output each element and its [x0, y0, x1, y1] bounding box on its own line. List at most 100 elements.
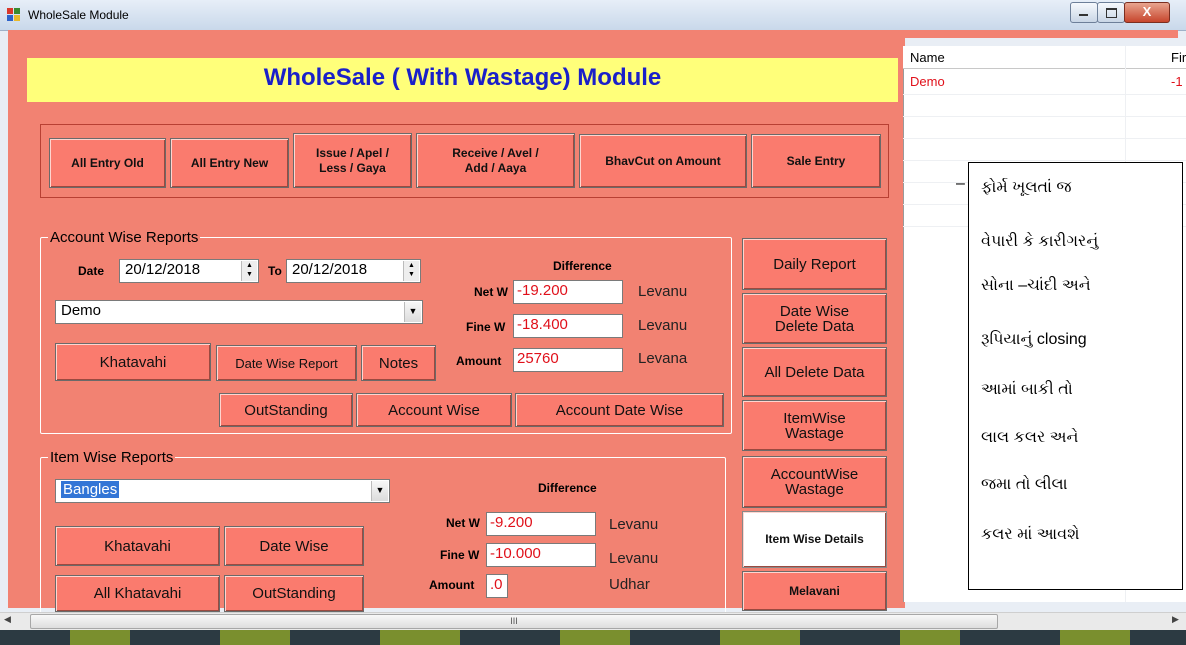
item-fine-w-label: Fine W: [440, 548, 480, 562]
all-khatavahi-button[interactable]: All Khatavahi: [55, 575, 220, 612]
item-net-w-field[interactable]: -9.200: [486, 512, 596, 536]
minimize-button[interactable]: [1070, 2, 1098, 23]
minimize-icon: [1079, 14, 1088, 16]
itemwise-wastage-line1: ItemWise: [783, 409, 846, 427]
to-label: To: [268, 264, 282, 278]
bhavcut-button[interactable]: BhavCut on Amount: [579, 134, 747, 188]
grid-col-fine[interactable]: Fir: [1171, 50, 1186, 65]
net-w-field[interactable]: -19.200: [513, 280, 623, 304]
item-wise-details-button[interactable]: Item Wise Details: [742, 511, 887, 568]
net-w-status: Levanu: [638, 283, 688, 300]
grid-row-line: [903, 138, 1186, 139]
item-date-wise-button[interactable]: Date Wise: [224, 526, 364, 566]
fine-w-status: Levanu: [638, 317, 688, 334]
date-label: Date: [78, 264, 105, 278]
item-value: Bangles: [61, 481, 120, 498]
date-to-picker[interactable]: 20/12/2018 ▲ ▼: [286, 259, 421, 283]
app-icon: [7, 8, 21, 22]
date-wise-delete-line1: Date Wise: [779, 302, 850, 320]
date-to-spinner[interactable]: ▲ ▼: [403, 261, 419, 281]
fine-w-label: Fine W: [466, 320, 506, 334]
grid-row-line: [903, 160, 1186, 161]
grid-col-name[interactable]: Name: [910, 50, 945, 65]
all-entry-old-button[interactable]: All Entry Old: [49, 138, 166, 188]
note-line: લાલ કલર અને: [981, 429, 1079, 446]
amount-label: Amount: [456, 354, 502, 368]
item-amount-field[interactable]: .0: [486, 574, 508, 598]
accountwise-wastage-line2: Wastage: [785, 481, 844, 498]
all-delete-data-button[interactable]: All Delete Data: [742, 347, 887, 397]
item-net-w-label: Net W: [446, 516, 480, 530]
receive-avel-button[interactable]: Receive / Avel / Add / Aaya: [416, 133, 575, 188]
date-from-value: 20/12/2018: [125, 261, 201, 278]
note-dash: –: [956, 175, 965, 192]
note-line: ફોર્મ ખૂલતાં જ: [981, 179, 1072, 196]
page-title: WholeSale ( With Wastage) Module: [263, 64, 662, 91]
note-line: આમાં બાકી તો: [981, 381, 1073, 398]
item-difference-label: Difference: [538, 481, 597, 495]
receive-label-line1: Receive / Avel /: [452, 145, 539, 160]
account-value: Demo: [61, 302, 102, 319]
difference-label: Difference: [553, 259, 612, 273]
taskbar-strip: [0, 630, 1186, 645]
item-amount-label: Amount: [429, 578, 475, 592]
note-line: રૂપિયાનું closing: [981, 331, 1087, 348]
date-wise-delete-button[interactable]: Date Wise Delete Data: [742, 293, 887, 344]
note-line: સોના –ચાંદી અને: [981, 277, 1091, 294]
receive-label-line2: Add / Aaya: [464, 160, 527, 175]
accountwise-wastage-button[interactable]: AccountWise Wastage: [742, 456, 887, 508]
khatavahi-button[interactable]: Khatavahi: [55, 343, 211, 381]
window-title: WholeSale Module: [28, 8, 129, 22]
grid-row-fine[interactable]: -1: [1171, 74, 1183, 89]
accountwise-wastage-line1: AccountWise: [770, 466, 859, 483]
item-select[interactable]: Bangles ▼: [55, 479, 390, 503]
issue-label-line2: Less / Gaya: [319, 160, 386, 175]
note-line: કલર માં આવશે: [981, 526, 1080, 543]
note-line: જમા તો લીલા: [981, 476, 1068, 493]
amount-field[interactable]: 25760: [513, 348, 623, 372]
grid-row-line: [903, 94, 1186, 95]
grid-row-name[interactable]: Demo: [910, 74, 945, 89]
notes-button[interactable]: Notes: [361, 345, 436, 381]
date-to-value: 20/12/2018: [292, 261, 368, 278]
melavani-button[interactable]: Melavani: [742, 571, 887, 611]
date-wise-report-button[interactable]: Date Wise Report: [216, 345, 357, 381]
account-reports-title: Account Wise Reports: [48, 229, 201, 246]
date-from-spinner[interactable]: ▲ ▼: [241, 261, 257, 281]
item-khatavahi-button[interactable]: Khatavahi: [55, 526, 220, 566]
net-w-label: Net W: [474, 285, 508, 299]
itemwise-wastage-line2: Wastage: [785, 424, 844, 442]
grid-header: [903, 46, 1186, 69]
chevron-down-icon[interactable]: ▼: [371, 481, 388, 501]
outstanding-button[interactable]: OutStanding: [219, 393, 353, 427]
note-line: વેપારી કે કારીગરનું: [981, 233, 1099, 250]
scroll-left-icon[interactable]: ◀: [4, 614, 11, 625]
issue-apel-button[interactable]: Issue / Apel / Less / Gaya: [293, 133, 412, 188]
close-button[interactable]: X: [1124, 2, 1170, 23]
close-icon: X: [1142, 4, 1152, 19]
scrollbar-thumb[interactable]: III: [30, 614, 998, 629]
daily-report-button[interactable]: Daily Report: [742, 238, 887, 290]
scroll-right-icon[interactable]: ▶: [1172, 614, 1179, 625]
date-wise-delete-line2: Delete Data: [774, 317, 855, 335]
item-fine-w-field[interactable]: -10.000: [486, 543, 596, 567]
item-amount-status: Udhar: [609, 576, 650, 593]
account-date-wise-button[interactable]: Account Date Wise: [515, 393, 724, 427]
sale-entry-button[interactable]: Sale Entry: [751, 134, 881, 188]
maximize-button[interactable]: [1097, 2, 1125, 23]
account-select[interactable]: Demo ▼: [55, 300, 423, 324]
date-from-picker[interactable]: 20/12/2018 ▲ ▼: [119, 259, 259, 283]
maximize-icon: [1106, 8, 1117, 18]
item-reports-title: Item Wise Reports: [48, 449, 176, 466]
chevron-down-icon[interactable]: ▼: [404, 302, 421, 322]
issue-label-line1: Issue / Apel /: [316, 145, 389, 160]
account-wise-button[interactable]: Account Wise: [356, 393, 512, 427]
item-net-w-status: Levanu: [609, 516, 659, 533]
item-outstanding-button[interactable]: OutStanding: [224, 575, 364, 612]
all-entry-new-button[interactable]: All Entry New: [170, 138, 289, 188]
itemwise-wastage-button[interactable]: ItemWise Wastage: [742, 400, 887, 451]
grid-row-line: [903, 116, 1186, 117]
amount-status: Levana: [638, 350, 688, 367]
fine-w-field[interactable]: -18.400: [513, 314, 623, 338]
item-fine-w-status: Levanu: [609, 550, 659, 567]
